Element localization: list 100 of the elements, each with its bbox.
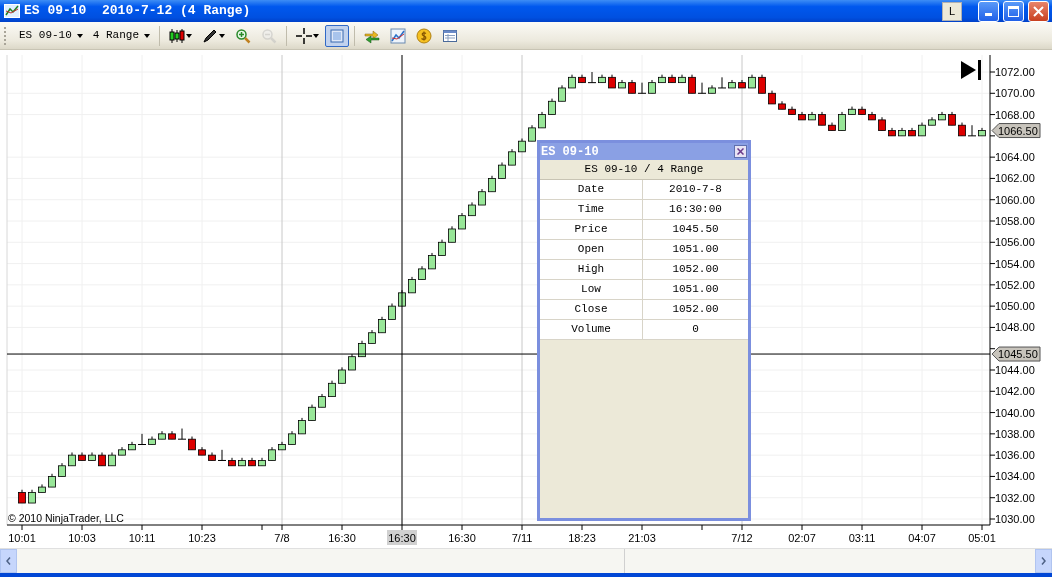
time-axis-label: 10:03 <box>68 532 96 544</box>
crosshair-icon <box>296 27 313 44</box>
caret-icon <box>219 33 226 38</box>
data-value-cell-text: 1052.00 <box>671 302 720 318</box>
data-label-cell: Time <box>540 200 643 219</box>
price-axis-label: 1032.00 <box>995 491 1035 504</box>
caret-icon <box>76 33 83 38</box>
time-axis-label: 05:01 <box>968 532 996 544</box>
candlestick <box>688 74 696 94</box>
data-value-cell-text: 2010-7-8 <box>668 182 723 198</box>
candlestick <box>717 76 727 89</box>
chevron-left-icon <box>6 557 11 565</box>
price-axis-label: 1048.00 <box>995 321 1035 334</box>
candlestick <box>637 82 647 94</box>
price-axis-label: 1060.00 <box>995 193 1035 206</box>
time-axis-label: 04:07 <box>908 532 936 544</box>
price-axis-label: 1034.00 <box>995 470 1035 483</box>
data-value-cell-text: 1052.00 <box>671 262 720 278</box>
close-icon <box>737 148 744 155</box>
price-marker: 1066.50 <box>991 123 1041 139</box>
price-axis-label: 1056.00 <box>995 236 1035 249</box>
minimize-icon <box>985 12 992 16</box>
candlestick <box>137 433 147 445</box>
candlestick <box>697 82 707 94</box>
chart-app-icon <box>4 4 20 18</box>
data-box-title: ES 09-10 <box>541 143 599 161</box>
coin-icon <box>416 27 433 44</box>
minimize-button[interactable] <box>978 0 999 22</box>
time-axis-label: 16:30 <box>388 532 416 544</box>
price-axis-label: 1038.00 <box>995 427 1035 440</box>
price-axis-label: 1064.00 <box>995 151 1035 164</box>
data-label-cell: Volume <box>540 320 643 339</box>
price-axis-label: 1040.00 <box>995 406 1035 419</box>
zoom-in-icon <box>235 27 252 44</box>
price-axis-label: 1036.00 <box>995 449 1035 462</box>
price-axis-label: 1072.00 <box>995 66 1035 78</box>
candlestick <box>177 428 187 440</box>
data-value-cell-text: 16:30:00 <box>668 202 723 218</box>
price-axis-label: 1030.00 <box>995 513 1035 525</box>
window-title: ES 09-10 2010-7-12 (4 Range) <box>24 2 251 21</box>
price-axis-label: 1068.00 <box>995 108 1035 121</box>
chevron-right-icon <box>1041 557 1046 565</box>
time-axis-label: 7/8 <box>274 532 290 544</box>
copyright-text: © 2010 NinjaTrader, LLC <box>8 512 124 524</box>
candlestick <box>758 74 766 94</box>
maximize-icon <box>1008 5 1019 17</box>
price-axis-label: 1070.00 <box>995 87 1035 100</box>
price-axis-label: 1044.00 <box>995 364 1035 376</box>
time-axis-label: 02:07 <box>788 532 816 544</box>
data-label-cell: Low <box>540 280 643 299</box>
caret-icon <box>144 33 151 38</box>
scroll-right-button[interactable] <box>1035 549 1052 573</box>
maximize-button[interactable] <box>1003 0 1024 22</box>
time-axis-label: 16:30 <box>448 532 476 544</box>
data-label-cell: Price <box>540 220 643 239</box>
time-axis-label: 10:11 <box>128 532 156 544</box>
price-axis-label: 1050.00 <box>995 300 1035 313</box>
arrows-icon <box>364 27 381 44</box>
table-icon <box>442 27 459 44</box>
close-icon <box>1033 5 1044 17</box>
data-label-cell: Close <box>540 300 643 319</box>
instrument-dropdown[interactable]: ES 09-10 <box>15 24 87 47</box>
time-axis-label: 18:23 <box>568 532 596 544</box>
time-axis-label: 21:03 <box>628 532 656 544</box>
zoom-out-icon <box>261 27 278 44</box>
skip-to-end-icon[interactable] <box>961 60 981 80</box>
data-box-icon <box>329 27 346 44</box>
data-value-cell-text: 1051.00 <box>671 242 720 258</box>
data-value-cell-text: 1051.00 <box>671 282 720 298</box>
horizontal-scrollbar[interactable] <box>0 548 1052 573</box>
line-chart-icon <box>390 27 407 44</box>
candlestick <box>967 124 977 137</box>
time-axis-label: 10:01 <box>8 532 36 544</box>
scroll-left-button[interactable] <box>0 549 17 573</box>
candlestick <box>838 111 846 132</box>
time-axis-label: 16:30 <box>328 532 356 544</box>
price-axis-label: 1062.00 <box>995 172 1035 185</box>
time-axis-label: 7/11 <box>511 532 533 544</box>
link-button[interactable]: L <box>942 1 962 21</box>
data-value-cell-text: 0 <box>691 322 700 338</box>
candlestick-icon <box>169 27 186 44</box>
price-axis-label: 1054.00 <box>995 257 1035 270</box>
price-axis-label: 1042.00 <box>995 385 1035 398</box>
time-axis-label: 10:23 <box>188 532 216 544</box>
candlestick <box>587 71 597 84</box>
data-label-cell: Date <box>540 180 643 199</box>
data-value-cell-text: 1045.50 <box>671 222 720 238</box>
interval-dropdown[interactable]: 4 Range <box>88 24 155 47</box>
caret-icon <box>186 33 193 38</box>
pencil-icon <box>202 27 219 44</box>
data-label-cell: High <box>540 260 643 279</box>
price-axis-label: 1052.00 <box>995 278 1035 291</box>
price-marker: 1045.50 <box>991 346 1041 362</box>
candlestick <box>217 449 227 461</box>
data-label-cell: Open <box>540 240 643 259</box>
time-axis-label: 03:11 <box>848 532 876 544</box>
close-button[interactable] <box>734 145 747 158</box>
time-axis-label: 7/12 <box>731 532 753 544</box>
price-axis-label: 1058.00 <box>995 215 1035 227</box>
caret-icon <box>313 33 320 38</box>
